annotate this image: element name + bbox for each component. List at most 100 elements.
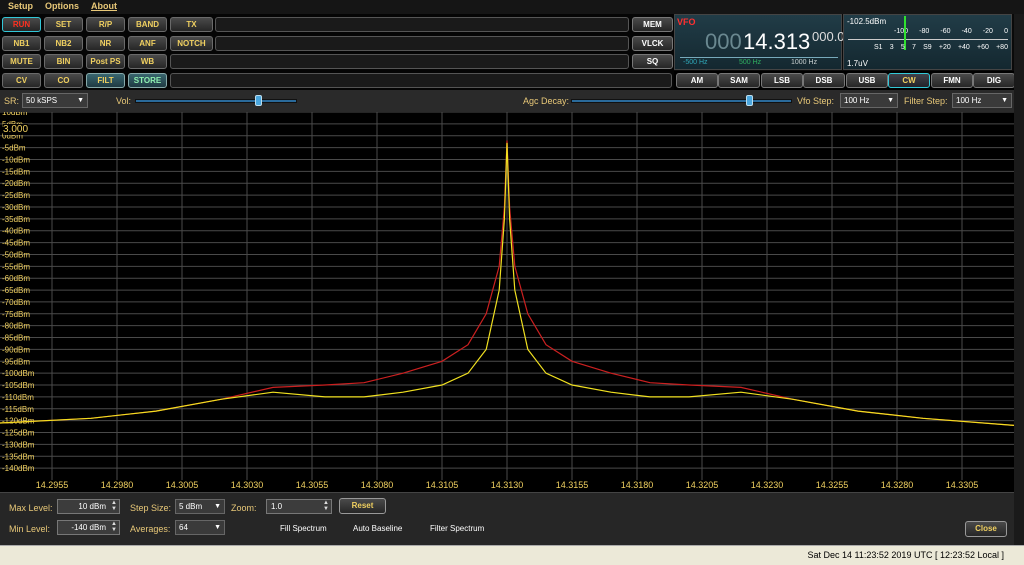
anf-button[interactable]: ANF xyxy=(128,36,167,51)
zoom-spinner[interactable]: 1.0 ▲ ▼ xyxy=(266,499,332,514)
min-level-spinner[interactable]: -140 dBm ▲ ▼ xyxy=(57,520,120,535)
menu-options[interactable]: Options xyxy=(45,1,79,11)
chevron-down-icon: ▼ xyxy=(1001,97,1008,104)
mute-button[interactable]: MUTE xyxy=(2,54,41,69)
mode-lsb-button[interactable]: LSB xyxy=(761,73,803,88)
smeter-top-tick: -60 xyxy=(940,28,951,35)
step-size-dropdown[interactable]: 5 dBm ▼ xyxy=(175,499,225,514)
smeter-bottom-tick: +60 xyxy=(977,44,989,51)
vfo-step-label: Vfo Step: xyxy=(797,96,835,106)
row3-empty-bar xyxy=(170,54,629,69)
x-tick-label: 14.3180 xyxy=(620,480,654,490)
smeter-top-tick: -80 xyxy=(919,28,930,35)
spectrum-chart: 10dBm5dBm0dBm-5dBm-10dBm-15dBm-20dBm-25d… xyxy=(0,108,1015,480)
row4-empty-bar xyxy=(170,73,672,88)
right-edge-bar xyxy=(1014,14,1024,545)
y-tick-label: -25dBm xyxy=(2,191,30,200)
rp-button[interactable]: R/P xyxy=(86,17,125,32)
step-size-label: Step Size: xyxy=(130,503,172,513)
averages-dropdown[interactable]: 64 ▼ xyxy=(175,520,225,535)
mode-sam-button[interactable]: SAM xyxy=(718,73,760,88)
agc-decay-slider[interactable] xyxy=(571,95,792,106)
set-button[interactable]: SET xyxy=(44,17,83,32)
mode-selector: AM SAM LSB DSB USB CW FMN DIG xyxy=(674,71,1015,90)
sq-button[interactable]: SQ xyxy=(632,54,673,69)
smeter-bottom-tick: 5 xyxy=(900,44,905,51)
mode-dsb-button[interactable]: DSB xyxy=(803,73,845,88)
filter-spectrum-checkbox[interactable]: Filter Spectrum xyxy=(430,524,484,533)
mode-dig-button[interactable]: DIG xyxy=(973,73,1015,88)
x-tick-label: 14.2980 xyxy=(100,480,134,490)
mode-am-button[interactable]: AM xyxy=(676,73,718,88)
nr-button[interactable]: NR xyxy=(86,36,125,51)
x-tick-label: 14.3030 xyxy=(230,480,264,490)
band-button[interactable]: BAND xyxy=(128,17,167,32)
y-tick-label: -90dBm xyxy=(2,345,30,354)
zoom-value: 1.0 xyxy=(271,502,283,511)
vfo-frequency[interactable]: 14.313 xyxy=(743,29,810,55)
wb-button[interactable]: WB xyxy=(128,54,167,69)
y-tick-label: -70dBm xyxy=(2,298,30,307)
x-tick-label: 14.3105 xyxy=(425,480,459,490)
frequency-axis: 14.2955 14.2980 14.3005 14.3030 14.3055 14.30… xyxy=(0,480,1014,492)
vlck-button[interactable]: VLCK xyxy=(632,36,673,51)
close-button[interactable]: Close xyxy=(965,521,1007,537)
y-tick-label: -15dBm xyxy=(2,167,30,176)
menu-setup[interactable]: Setup xyxy=(8,1,33,11)
vfo-label: VFO xyxy=(677,17,696,27)
smeter-bottom-tick: +40 xyxy=(957,44,970,51)
averages-label: Averages: xyxy=(130,524,171,534)
mode-cw-button[interactable]: CW xyxy=(888,73,930,88)
vfo-step-dropdown[interactable]: 100 Hz ▼ xyxy=(840,93,898,108)
y-tick-label: -85dBm xyxy=(2,334,30,343)
spectrum-display[interactable]: 10dBm5dBm0dBm-5dBm-10dBm-15dBm-20dBm-25d… xyxy=(0,108,1015,480)
mode-fmn-button[interactable]: FMN xyxy=(931,73,973,88)
signal-level: -102.5dBm xyxy=(847,17,887,26)
mode-usb-button[interactable]: USB xyxy=(846,73,888,88)
volume-slider[interactable] xyxy=(135,95,297,106)
y-tick-label: -110dBm xyxy=(2,393,34,402)
chevron-down-icon: ▼ xyxy=(214,524,221,531)
cv-button[interactable]: CV xyxy=(2,73,41,88)
mem-button[interactable]: MEM xyxy=(632,17,673,32)
nb2-button[interactable]: NB2 xyxy=(44,36,83,51)
y-tick-label: -75dBm xyxy=(2,310,30,319)
y-tick-label: -135dBm xyxy=(2,452,35,461)
filter-step-value: 100 Hz xyxy=(956,96,982,105)
x-tick-label: 14.3305 xyxy=(945,480,979,490)
spinner-arrows-icon[interactable]: ▲ ▼ xyxy=(111,521,117,533)
smeter-bottom-tick: S9 xyxy=(923,44,932,51)
max-level-spinner[interactable]: 10 dBm ▲ ▼ xyxy=(57,499,120,514)
smeter-top-tick: -20 xyxy=(982,28,993,35)
post-ps-button[interactable]: Post PS xyxy=(86,54,125,69)
vfo-mark-high: 1000 Hz xyxy=(791,59,818,66)
fill-spectrum-checkbox[interactable]: Fill Spectrum xyxy=(280,524,327,533)
spinner-arrows-icon[interactable]: ▲ ▼ xyxy=(323,500,329,512)
run-button[interactable]: RUN xyxy=(2,17,41,32)
bin-button[interactable]: BIN xyxy=(44,54,83,69)
co-button[interactable]: CO xyxy=(44,73,83,88)
spinner-arrows-icon[interactable]: ▲ ▼ xyxy=(111,500,117,512)
reset-button[interactable]: Reset xyxy=(339,498,386,514)
vfo-display: VFO 000 14.313 000.0 -500 Hz 500 Hz 1000… xyxy=(674,14,845,70)
vfo-mark-mid: 500 Hz xyxy=(739,59,762,66)
cursor-marker-value: 3.000 xyxy=(3,124,29,135)
notch-button[interactable]: NOTCH xyxy=(170,36,213,51)
filter-step-dropdown[interactable]: 100 Hz ▼ xyxy=(952,93,1012,108)
menu-about[interactable]: About xyxy=(91,1,117,11)
filt-button[interactable]: FILT xyxy=(86,73,125,88)
tx-button[interactable]: TX xyxy=(170,17,213,32)
auto-baseline-checkbox[interactable]: Auto Baseline xyxy=(353,524,402,533)
sample-rate-dropdown[interactable]: 50 kSPS ▼ xyxy=(22,93,88,108)
smeter-top-tick: 0 xyxy=(1004,28,1008,35)
nb1-button[interactable]: NB1 xyxy=(2,36,41,51)
agc-decay-slider-knob[interactable] xyxy=(745,95,753,106)
x-tick-label: 14.3055 xyxy=(295,480,329,490)
vol-label: Vol: xyxy=(116,96,132,106)
vfo-step-value: 100 Hz xyxy=(844,96,870,105)
volume-slider-knob[interactable] xyxy=(254,95,262,106)
x-tick-label: 14.2955 xyxy=(35,480,69,490)
store-button[interactable]: STORE xyxy=(128,73,167,88)
y-tick-label: -65dBm xyxy=(2,286,30,295)
x-tick-label: 14.3080 xyxy=(360,480,394,490)
